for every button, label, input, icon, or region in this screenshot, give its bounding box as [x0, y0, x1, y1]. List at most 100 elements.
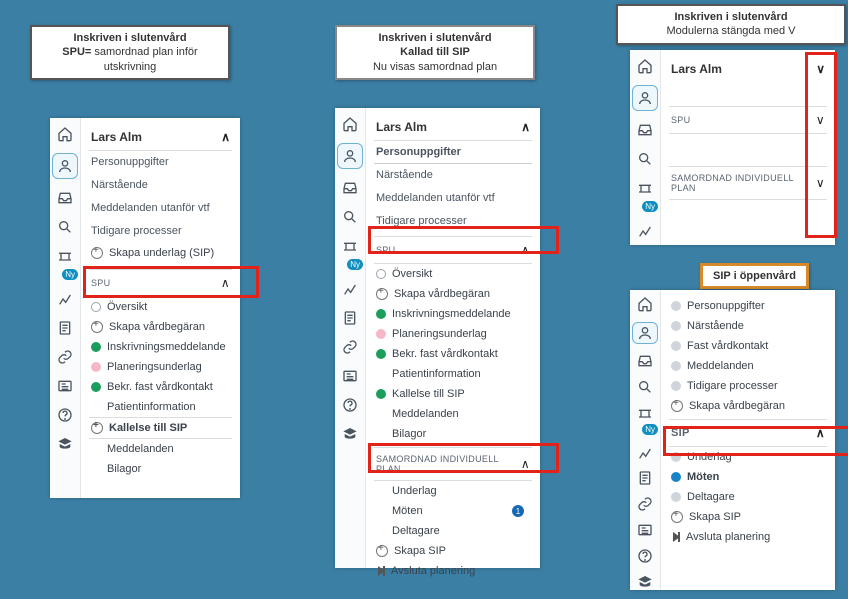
- list-item[interactable]: Meddelanden: [374, 404, 532, 424]
- nav-item[interactable]: Meddelanden utanför vtf: [374, 187, 532, 210]
- list-item[interactable]: Tidigare processer: [669, 376, 827, 396]
- nav-item[interactable]: Personuppgifter: [89, 151, 232, 174]
- grad-icon[interactable]: [340, 424, 360, 444]
- list-item[interactable]: Underlag: [669, 447, 827, 467]
- icon-rail: Ny: [335, 108, 366, 568]
- bench-icon[interactable]: [340, 236, 360, 256]
- help-icon[interactable]: [55, 405, 75, 425]
- spu-section-header[interactable]: SPU∧: [374, 236, 532, 264]
- list-item[interactable]: Skapa vårdbegäran: [374, 284, 532, 304]
- search-icon[interactable]: [635, 149, 655, 169]
- patient-name: Lars Alm: [376, 120, 427, 134]
- list-item[interactable]: Meddelanden: [89, 439, 232, 459]
- list-item[interactable]: Deltagare: [669, 487, 827, 507]
- person-icon[interactable]: [632, 85, 658, 111]
- chevron-down-icon: ∨: [816, 176, 825, 190]
- list-item[interactable]: Inskrivningsmeddelande: [89, 337, 232, 357]
- link-icon[interactable]: [55, 347, 75, 367]
- home-icon[interactable]: [55, 124, 75, 144]
- list-item[interactable]: Skapa vårdbegäran: [89, 317, 232, 337]
- list-item[interactable]: Bekr. fast vårdkontakt: [89, 377, 232, 397]
- spu-section-header[interactable]: SPU∨: [669, 106, 827, 134]
- newspaper-icon[interactable]: [635, 522, 655, 539]
- home-icon[interactable]: [635, 56, 655, 76]
- skapa-underlag-sip[interactable]: Skapa underlag (SIP): [89, 243, 232, 263]
- chart-icon[interactable]: [635, 221, 655, 241]
- list-item[interactable]: Kallelse till SIP: [89, 417, 232, 439]
- grad-icon[interactable]: [635, 573, 655, 590]
- item-label: Översikt: [107, 301, 147, 313]
- document-icon[interactable]: [55, 318, 75, 338]
- chart-icon[interactable]: [55, 289, 75, 309]
- newspaper-icon[interactable]: [340, 366, 360, 386]
- list-item[interactable]: Patientinformation: [374, 364, 532, 384]
- chart-icon[interactable]: [635, 444, 655, 461]
- list-item[interactable]: Avsluta planering: [669, 527, 827, 547]
- samordnad-plan-header[interactable]: SAMORDNAD INDIVIDUELL PLAN∧: [374, 447, 532, 481]
- bench-icon[interactable]: [635, 404, 655, 421]
- list-item[interactable]: Personuppgifter: [669, 296, 827, 316]
- list-item[interactable]: Översikt: [89, 297, 232, 317]
- sip-section-header[interactable]: SIP∧: [669, 419, 827, 447]
- list-item[interactable]: Skapa vårdbegäran: [669, 396, 827, 416]
- newspaper-icon[interactable]: [55, 376, 75, 396]
- search-icon[interactable]: [340, 207, 360, 227]
- grad-icon[interactable]: [55, 434, 75, 454]
- chart-icon[interactable]: [340, 279, 360, 299]
- panel-slutenvard-sip: Ny Lars Alm ∧ PersonuppgifterNärståendeM…: [335, 108, 540, 568]
- link-icon[interactable]: [340, 337, 360, 357]
- nav-item[interactable]: Närstående: [89, 174, 232, 197]
- help-icon[interactable]: [635, 547, 655, 564]
- nav-item[interactable]: Tidigare processer: [89, 220, 232, 243]
- home-icon[interactable]: [635, 296, 655, 313]
- list-item[interactable]: Kallelse till SIP: [374, 384, 532, 404]
- list-item[interactable]: Närstående: [669, 316, 827, 336]
- list-item[interactable]: Skapa SIP: [669, 507, 827, 527]
- inbox-icon[interactable]: [55, 188, 75, 208]
- status-dot-done: [376, 389, 386, 399]
- panel-slutenvard-spu: Ny Lars Alm ∧ PersonuppgifterNärståendeM…: [50, 118, 240, 498]
- person-icon[interactable]: [632, 322, 658, 344]
- list-item[interactable]: Deltagare: [374, 521, 532, 541]
- help-icon[interactable]: [340, 395, 360, 415]
- inbox-icon[interactable]: [340, 178, 360, 198]
- list-item[interactable]: Bilagor: [89, 459, 232, 479]
- list-item[interactable]: Planeringsunderlag: [89, 357, 232, 377]
- nav-item[interactable]: Tidigare processer: [374, 210, 532, 233]
- list-item[interactable]: Möten1: [374, 501, 532, 521]
- list-item[interactable]: Fast vårdkontakt: [669, 336, 827, 356]
- list-item[interactable]: Underlag: [374, 481, 532, 501]
- person-icon[interactable]: [52, 153, 78, 179]
- caption-4: SIP i öppenvård: [700, 263, 809, 289]
- search-icon[interactable]: [635, 379, 655, 396]
- bench-icon[interactable]: [635, 178, 655, 198]
- list-item[interactable]: Planeringsunderlag: [374, 324, 532, 344]
- inbox-icon[interactable]: [635, 353, 655, 370]
- list-item[interactable]: Möten: [669, 467, 827, 487]
- nav-item[interactable]: Personuppgifter: [374, 141, 532, 164]
- patient-header[interactable]: Lars Alm ∧: [374, 114, 532, 141]
- patient-header[interactable]: Lars Alm ∧: [89, 124, 232, 151]
- list-item[interactable]: Avsluta planering: [374, 561, 532, 581]
- list-item[interactable]: Inskrivningsmeddelande: [374, 304, 532, 324]
- samordnad-plan-header[interactable]: SAMORDNAD INDIVIDUELL PLAN∨: [669, 166, 827, 200]
- list-item[interactable]: Bekr. fast vårdkontakt: [374, 344, 532, 364]
- list-item[interactable]: Patientinformation: [89, 397, 232, 417]
- home-icon[interactable]: [340, 114, 360, 134]
- list-item[interactable]: Översikt: [374, 264, 532, 284]
- person-icon[interactable]: [337, 143, 363, 169]
- link-icon[interactable]: [635, 496, 655, 513]
- item-label: Tidigare processer: [687, 380, 778, 392]
- spu-section-header[interactable]: SPU∧: [89, 269, 232, 297]
- document-icon[interactable]: [340, 308, 360, 328]
- patient-header[interactable]: Lars Alm ∨: [669, 56, 827, 82]
- list-item[interactable]: Meddelanden: [669, 356, 827, 376]
- list-item[interactable]: Bilagor: [374, 424, 532, 444]
- search-icon[interactable]: [55, 217, 75, 237]
- list-item[interactable]: Skapa SIP: [374, 541, 532, 561]
- bench-icon[interactable]: [55, 246, 75, 266]
- document-icon[interactable]: [635, 470, 655, 487]
- nav-item[interactable]: Närstående: [374, 164, 532, 187]
- inbox-icon[interactable]: [635, 120, 655, 140]
- nav-item[interactable]: Meddelanden utanför vtf: [89, 197, 232, 220]
